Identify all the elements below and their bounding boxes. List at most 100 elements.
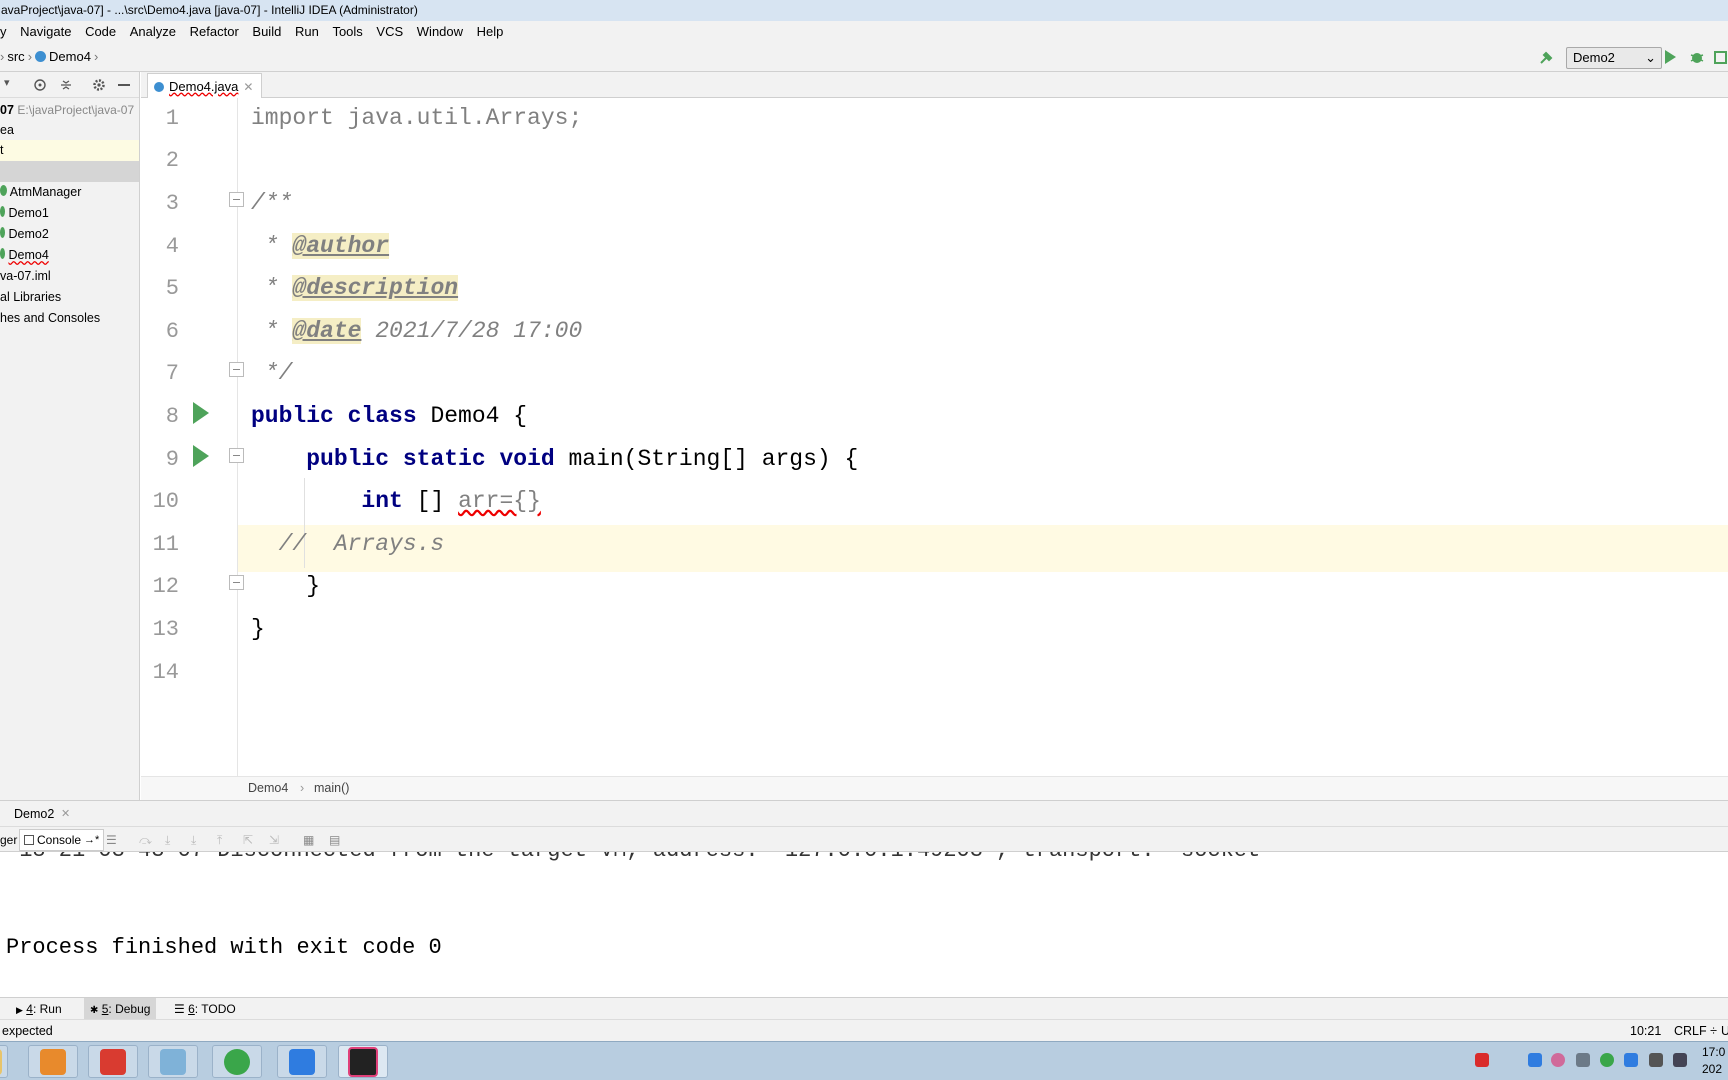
debug-bug-icon[interactable] <box>1689 49 1705 65</box>
class-icon <box>0 185 7 196</box>
fold-icon[interactable] <box>229 362 244 377</box>
menu-item-tools[interactable]: Tools <box>332 21 362 43</box>
class-icon <box>0 227 5 238</box>
menu-item-analyze[interactable]: Analyze <box>130 21 176 43</box>
list-icon[interactable]: ☰ <box>106 827 117 853</box>
wps-office-icon <box>100 1048 126 1075</box>
taskbar-media-player[interactable] <box>28 1045 78 1078</box>
menu-item-navigate[interactable]: Navigate <box>20 21 71 43</box>
tree-item-idea[interactable]: ea <box>0 120 139 141</box>
step-out-icon[interactable]: ⤒ <box>217 827 222 853</box>
tray-flag-icon[interactable] <box>1528 1053 1542 1067</box>
volume-icon[interactable] <box>1649 1053 1663 1067</box>
close-icon[interactable]: ✕ <box>61 801 70 827</box>
javadoc-tag: @author <box>292 233 390 259</box>
step-into-icon[interactable]: ⤓ <box>165 827 170 853</box>
nav-crumb-demo4[interactable]: Demo4 <box>49 49 91 64</box>
ime-sogou-icon[interactable] <box>1475 1053 1489 1067</box>
tray-security-icon[interactable] <box>1600 1053 1614 1067</box>
breadcrumb-method[interactable]: main() <box>314 777 349 800</box>
project-tool-window: ▾ 07 E:\javaProject\java-07 ea t AtmMana… <box>0 72 140 800</box>
tray-cloud-icon[interactable] <box>1624 1053 1638 1067</box>
tool-window-debug[interactable]: ✱ 5: Debug <box>84 998 157 1020</box>
messaging-app-icon <box>289 1048 315 1075</box>
close-icon[interactable]: ✕ <box>243 75 253 99</box>
menu-item-vcs[interactable]: VCS <box>376 21 403 43</box>
evaluate-icon[interactable]: ▦ <box>303 827 314 853</box>
taskbar-intellij[interactable] <box>338 1045 388 1078</box>
coverage-icon[interactable] <box>1714 49 1728 65</box>
nav-crumb-src[interactable]: src <box>7 49 24 64</box>
tab-console[interactable]: Console →* <box>19 829 105 851</box>
minimize-icon[interactable] <box>118 84 130 86</box>
fold-icon[interactable] <box>229 575 244 590</box>
tree-item-demo2[interactable]: Demo2 <box>0 224 139 245</box>
tray-app-icon[interactable] <box>1551 1053 1565 1067</box>
line-separator[interactable]: CRLF ÷ <box>1674 1020 1717 1042</box>
run-icon[interactable] <box>1665 50 1676 64</box>
menu-item-refactor[interactable]: Refactor <box>190 21 239 43</box>
taskbar-feishu[interactable] <box>277 1045 327 1078</box>
run-to-cursor-icon[interactable]: ⇲ <box>269 827 279 853</box>
console-output[interactable]: -18 21-03 43 07 Disconnected from the ta… <box>0 852 1728 997</box>
tree-item-label: hes and Consoles <box>0 311 101 325</box>
javadoc-tag: @date <box>292 318 362 344</box>
taskbar-explorer[interactable] <box>0 1045 8 1078</box>
menu-item-help[interactable]: Help <box>477 21 504 43</box>
trace-icon[interactable]: ▤ <box>329 827 340 853</box>
tree-item-external-libraries[interactable]: al Libraries <box>0 287 139 308</box>
tool-window-run[interactable]: ▶ 4: Run <box>16 998 62 1021</box>
gear-icon[interactable] <box>92 78 106 92</box>
tree-item-project-root[interactable]: 07 E:\javaProject\java-07 <box>0 100 139 121</box>
dropdown-arrow-icon[interactable]: ▾ <box>4 76 10 89</box>
file-encoding[interactable]: U <box>1721 1020 1728 1042</box>
tool-window-todo[interactable]: ☰ 6: TODO <box>174 998 236 1020</box>
taskbar-notepad[interactable] <box>148 1045 198 1078</box>
debug-session-tab[interactable]: Demo2 <box>14 801 54 827</box>
tab-demo4-java[interactable]: Demo4.java ✕ <box>147 73 263 99</box>
clock-date: 202 <box>1702 1062 1723 1076</box>
tree-item-atmmanager[interactable]: AtmManager <box>0 182 139 203</box>
step-over-icon[interactable]: ⤼ <box>139 827 152 853</box>
tab-debugger[interactable]: ger <box>0 827 17 853</box>
code-keyword: import <box>251 105 334 131</box>
code-keyword: public class <box>251 403 417 429</box>
menu-item-run[interactable]: Run <box>295 21 319 43</box>
locate-target-icon[interactable] <box>33 78 47 92</box>
tree-item-iml[interactable]: va-07.iml <box>0 266 139 287</box>
menu-item-build[interactable]: Build <box>252 21 281 43</box>
notification-bell-icon[interactable] <box>1576 1053 1590 1067</box>
breadcrumb-class[interactable]: Demo4 <box>248 777 288 800</box>
drop-frame-icon[interactable]: ⇱ <box>243 827 253 853</box>
hammer-build-icon[interactable] <box>1538 50 1554 66</box>
menu-item-window[interactable]: Window <box>417 21 463 43</box>
menu-item-code[interactable]: Code <box>85 21 116 43</box>
force-step-into-icon[interactable]: ⤓ <box>191 827 196 853</box>
taskbar-security[interactable] <box>212 1045 262 1078</box>
code-line-3: /** <box>251 190 293 216</box>
code-editor[interactable]: 1 2 3 4 5 6 7 8 9 10 11 12 13 14 import … <box>141 98 1728 776</box>
network-icon[interactable] <box>1673 1053 1687 1067</box>
fold-icon[interactable] <box>229 448 244 463</box>
caret-position[interactable]: 10:21 <box>1630 1020 1661 1042</box>
chevron-down-icon: ⌄ <box>1645 50 1656 65</box>
tab-console-arrow: →* <box>84 834 100 846</box>
run-gutter-icon[interactable] <box>193 402 209 424</box>
collapse-all-icon[interactable] <box>59 78 73 92</box>
run-gutter-icon[interactable] <box>193 445 209 467</box>
bug-icon: ✱ <box>90 1005 99 1016</box>
tree-item-scratches[interactable]: hes and Consoles <box>0 308 139 329</box>
tree-item-demo4[interactable]: Demo4 <box>0 245 139 266</box>
taskbar-wps[interactable] <box>88 1045 138 1078</box>
menu-item-partial[interactable]: y <box>0 21 7 43</box>
console-icon <box>24 835 34 845</box>
system-clock[interactable]: 17:0 202 <box>1702 1044 1725 1078</box>
tree-item-out[interactable]: t <box>0 140 139 161</box>
run-config-select[interactable]: Demo2 ⌄ <box>1566 47 1662 69</box>
tree-item-src-selected[interactable] <box>0 161 139 182</box>
line-number: 13 <box>152 617 179 642</box>
code-text: Demo4 { <box>416 403 528 429</box>
tree-item-demo1[interactable]: Demo1 <box>0 203 139 224</box>
fold-icon[interactable] <box>229 192 244 207</box>
